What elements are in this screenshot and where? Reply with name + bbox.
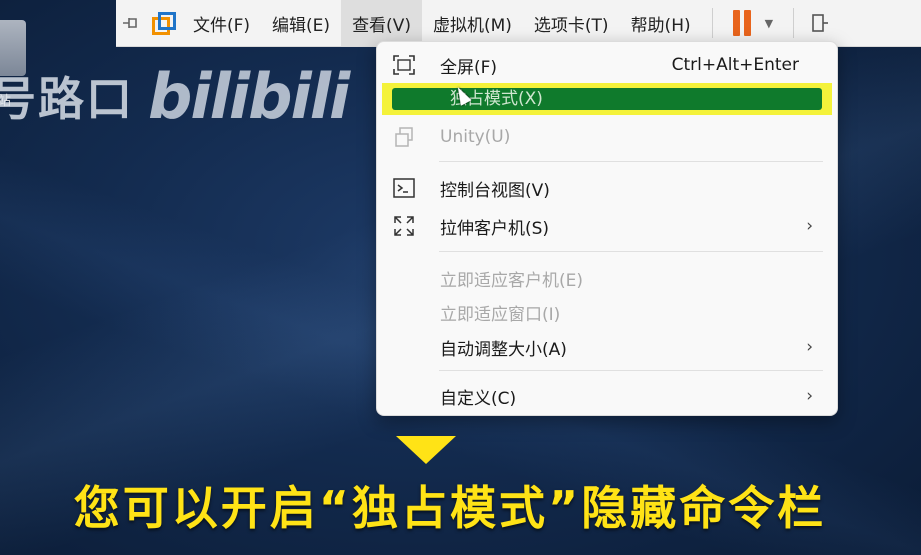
- menubar-divider: [711, 8, 713, 38]
- watermark-text: 号路口: [0, 72, 134, 126]
- menu-item-stretch-guest[interactable]: 拉伸客户机(S) ›: [377, 208, 837, 244]
- menu-view[interactable]: 查看(V): [341, 0, 422, 46]
- menu-item-customize[interactable]: 自定义(C) ›: [377, 378, 837, 414]
- menu-item-autofit-window[interactable]: 立即适应窗口(I): [377, 294, 837, 330]
- menu-separator: [439, 161, 823, 162]
- menu-item-label: 拉伸客户机(S): [440, 218, 550, 239]
- unity-icon: [391, 124, 417, 150]
- menu-item-fullscreen[interactable]: 全屏(F) Ctrl+Alt+Enter: [377, 47, 837, 83]
- watermark: 号路口 bilibili: [0, 56, 350, 136]
- menu-separator: [439, 251, 823, 252]
- chevron-right-icon: ›: [806, 337, 813, 357]
- menu-item-label: 自定义(C): [440, 388, 517, 409]
- menu-item-autofit-guest[interactable]: 立即适应客户机(E): [377, 260, 837, 296]
- pause-icon: [732, 10, 740, 36]
- chevron-right-icon: ›: [806, 386, 813, 406]
- menu-item-label: 立即适应客户机(E): [440, 270, 584, 291]
- chevron-down-icon[interactable]: ▼: [765, 17, 773, 30]
- fullscreen-icon: [391, 52, 417, 78]
- menu-item-label: 立即适应窗口(I): [440, 304, 561, 325]
- menu-item-autosize[interactable]: 自动调整大小(A) ›: [377, 329, 837, 365]
- menu-separator: [439, 370, 823, 371]
- menu-tabs[interactable]: 选项卡(T): [523, 0, 620, 46]
- console-icon: [391, 175, 417, 201]
- pause-button[interactable]: ▼: [723, 10, 783, 36]
- bilibili-logo: bilibili: [148, 59, 350, 133]
- stretch-icon: [391, 213, 417, 239]
- send-ctrl-alt-del-icon[interactable]: [804, 0, 836, 46]
- menu-item-label: 控制台视图(V): [440, 180, 550, 201]
- menu-item-shortcut: Ctrl+Alt+Enter: [671, 55, 799, 75]
- menubar-divider-2: [793, 8, 795, 38]
- menu-item-exclusive-mode[interactable]: 独占模式(X): [382, 83, 832, 115]
- down-arrow-icon: [396, 436, 456, 464]
- pin-icon[interactable]: [116, 0, 148, 46]
- chevron-right-icon: ›: [806, 216, 813, 236]
- menu-item-console-view[interactable]: 控制台视图(V): [377, 170, 837, 206]
- menu-file[interactable]: 文件(F): [182, 0, 261, 46]
- menu-item-label: 自动调整大小(A): [440, 339, 567, 360]
- menu-item-label: Unity(U): [440, 127, 511, 147]
- vmware-logo-icon: [152, 12, 176, 35]
- menu-edit[interactable]: 编辑(E): [261, 0, 341, 46]
- menu-vm[interactable]: 虚拟机(M): [422, 0, 523, 46]
- menu-item-unity[interactable]: Unity(U): [377, 119, 837, 155]
- menu-help[interactable]: 帮助(H): [620, 0, 702, 46]
- vmware-menubar: 文件(F) 编辑(E) 查看(V) 虚拟机(M) 选项卡(T) 帮助(H) ▼: [116, 0, 921, 47]
- video-caption: 您可以开启“独占模式”隐藏命令栏: [73, 481, 827, 535]
- menu-item-label: 全屏(F): [440, 57, 498, 78]
